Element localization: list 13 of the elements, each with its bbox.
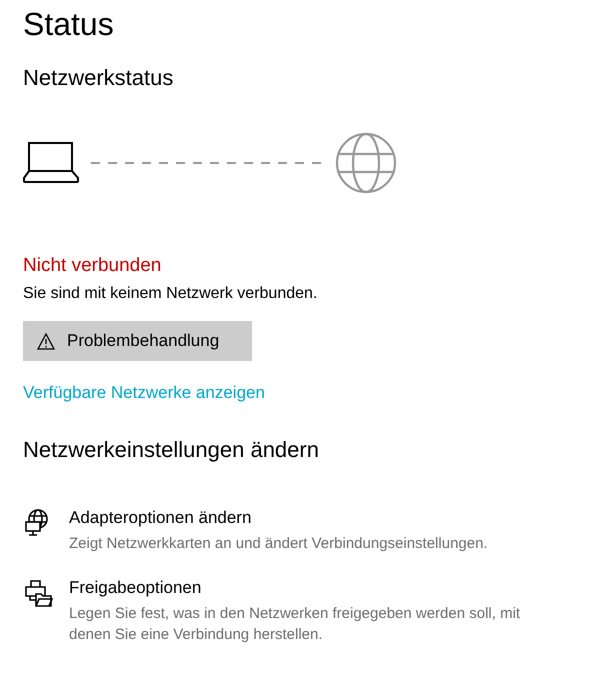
printer-folder-icon bbox=[23, 578, 53, 608]
globe-icon bbox=[335, 132, 397, 194]
option-link[interactable]: Freigabeoptionen bbox=[69, 578, 202, 598]
option-link[interactable]: Adapteroptionen ändern bbox=[69, 508, 252, 528]
connection-status: Nicht verbunden bbox=[23, 255, 162, 277]
option-description: Zeigt Netzwerkkarten an und ändert Verbindungseinstellungen. bbox=[69, 534, 488, 554]
warning-icon bbox=[37, 332, 55, 350]
section-heading: Netzwerkstatus bbox=[23, 65, 174, 91]
section-heading: Netzwerkeinstellungen ändern bbox=[23, 437, 319, 463]
option-description: Legen Sie fest, was in den Netzwerken freigegeben werden soll, mit denen Sie eine Verbindung herstellen. bbox=[69, 604, 522, 645]
page-title: Status bbox=[23, 6, 114, 43]
troubleshoot-button[interactable]: Problembehandlung bbox=[23, 321, 252, 361]
status-description: Sie sind mit keinem Netzwerk verbunden. bbox=[23, 285, 318, 303]
